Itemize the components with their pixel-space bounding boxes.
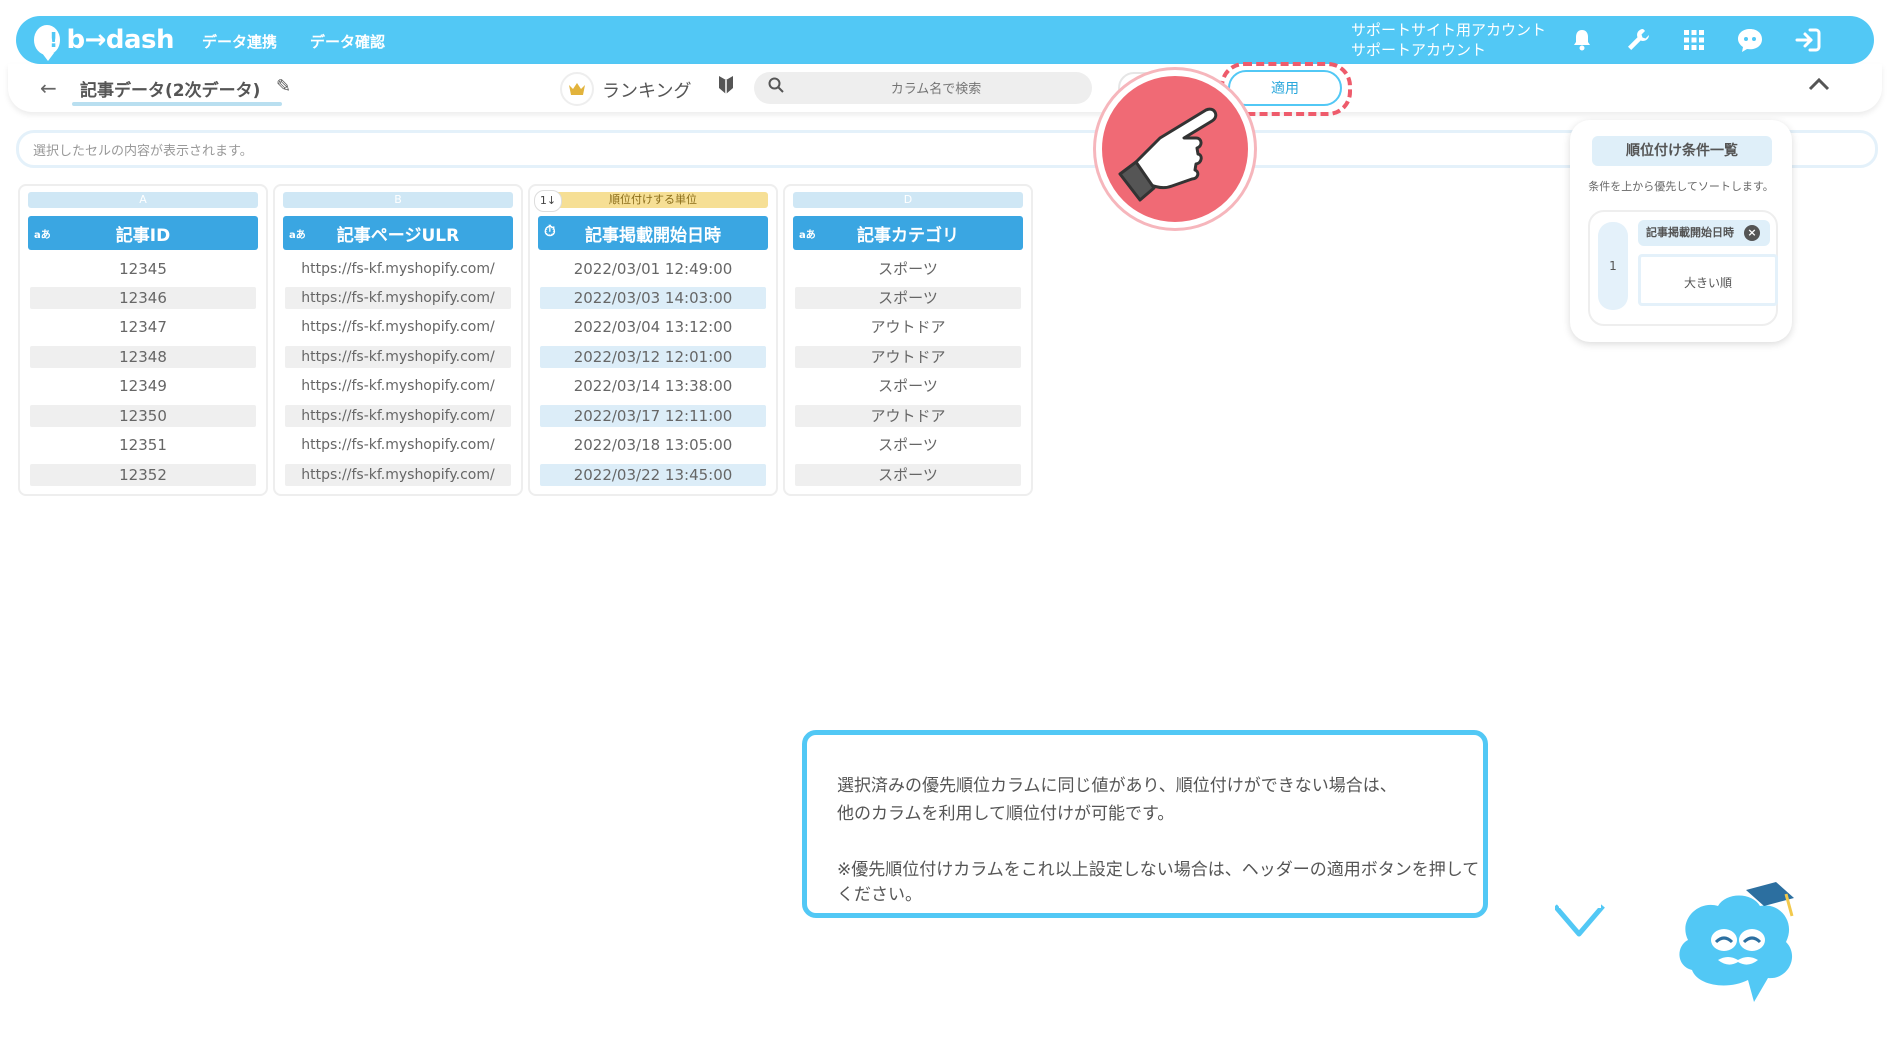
search-input[interactable] (794, 76, 1078, 102)
data-title: 記事データ(2次データ) (80, 81, 261, 101)
text-type-icon: aあ (799, 230, 816, 241)
text-type-icon: aあ (34, 230, 51, 241)
column-c-ranking-unit[interactable]: 順位付けする単位 1↓ ⏱ 記事掲載開始日時 2022/03/01 12:49:… (528, 184, 778, 496)
table-cell[interactable]: 2022/03/14 13:38:00 (540, 375, 766, 397)
collapse-chevron-icon[interactable] (1808, 72, 1830, 97)
table-cell[interactable]: https://fs-kf.myshopify.com/ (285, 405, 511, 427)
table-cell[interactable]: 12351 (30, 434, 256, 456)
bdash-logo[interactable]: ! b→dash (34, 22, 174, 61)
table-cell[interactable]: 12347 (30, 316, 256, 338)
column-letter: A (28, 192, 258, 208)
table-cell[interactable]: 12346 (30, 287, 256, 309)
table-cell[interactable]: 12350 (30, 405, 256, 427)
column-title: 記事カテゴリ (857, 225, 959, 246)
sort-order-badge[interactable]: 1↓ (534, 190, 562, 212)
column-d[interactable]: D aあ 記事カテゴリ スポーツ スポーツ アウトドア アウトドア スポーツ ア… (783, 184, 1033, 496)
column-header[interactable]: ⏱ 記事掲載開始日時 (538, 216, 768, 250)
table-cell[interactable]: 2022/03/17 12:11:00 (540, 405, 766, 427)
column-header[interactable]: aあ 記事ID (28, 216, 258, 250)
bell-icon[interactable] (1566, 24, 1598, 56)
datetime-type-icon: ⏱ (544, 222, 556, 240)
table-cell[interactable]: 2022/03/12 12:01:00 (540, 346, 766, 368)
pointing-hand-icon (1096, 70, 1254, 228)
logo-bubble-icon: ! (34, 25, 61, 61)
panel-subtitle: 条件を上から優先してソートします。 (1588, 180, 1774, 193)
column-title: 記事掲載開始日時 (585, 225, 721, 246)
account-site-label: サポートサイト用アカウント (1351, 21, 1547, 39)
table-cell[interactable]: 12349 (30, 375, 256, 397)
column-title: 記事ページULR (336, 225, 460, 246)
mascot-character-icon (1679, 882, 1794, 1002)
message-line-1: 選択済みの優先順位カラムに同じ値があり、順位付けができない場合は、 (837, 776, 1397, 796)
table-cell[interactable]: https://fs-kf.myshopify.com/ (285, 464, 511, 486)
message-tail (1555, 904, 1605, 937)
table-cell[interactable]: アウトドア (795, 346, 1021, 368)
wrench-icon[interactable] (1622, 24, 1654, 56)
table-cell[interactable]: 12352 (30, 464, 256, 486)
table-cell[interactable]: https://fs-kf.myshopify.com/ (285, 434, 511, 456)
condition-column-chip[interactable]: 記事掲載開始日時 × (1638, 220, 1770, 246)
remove-condition-icon[interactable]: × (1744, 225, 1760, 241)
beginner-mark-icon[interactable] (718, 74, 734, 101)
help-message-box: 選択済みの優先順位カラムに同じ値があり、順位付けができない場合は、 他のカラムを… (802, 730, 1488, 918)
panel-title: 順位付け条件一覧 (1592, 136, 1772, 166)
column-header[interactable]: aあ 記事ページULR (283, 216, 513, 250)
table-cell[interactable]: スポーツ (795, 287, 1021, 309)
column-b[interactable]: B aあ 記事ページULR https://fs-kf.myshopify.co… (273, 184, 523, 496)
column-search[interactable] (754, 72, 1092, 104)
table-cell[interactable]: 2022/03/18 13:05:00 (540, 434, 766, 456)
account-name: サポートアカウント (1351, 41, 1487, 59)
apps-grid-icon[interactable] (1678, 24, 1710, 56)
table-cell[interactable]: スポーツ (795, 464, 1021, 486)
top-header-bar: ! b→dash データ連携 データ確認 サポートサイト用アカウント サポートア… (16, 16, 1874, 64)
column-title: 記事ID (115, 225, 171, 246)
nav-data-integration[interactable]: データ連携 (202, 31, 277, 52)
message-line-3: ※優先順位付けカラムをこれ以上設定しない場合は、ヘッダーの適用ボタンを押してくだ… (837, 860, 1480, 905)
text-type-icon: aあ (289, 230, 306, 241)
ranking-condition-card[interactable]: 1 記事掲載開始日時 × 大きい順 (1588, 210, 1778, 326)
edit-pencil-icon[interactable]: ✎ (276, 76, 291, 97)
column-a[interactable]: A aあ 記事ID 12345 12346 12347 12348 12349 … (18, 184, 268, 496)
table-cell[interactable]: https://fs-kf.myshopify.com/ (285, 375, 511, 397)
table-cell[interactable]: アウトドア (795, 405, 1021, 427)
table-cell[interactable]: スポーツ (795, 434, 1021, 456)
condition-rank[interactable]: 1 (1598, 222, 1628, 310)
table-cell[interactable]: 12345 (30, 258, 256, 280)
account-info[interactable]: サポートサイト用アカウント サポートアカウント (1351, 20, 1546, 60)
table-cell[interactable]: 2022/03/04 13:12:00 (540, 316, 766, 338)
nav-data-check[interactable]: データ確認 (310, 31, 385, 52)
cell-content-placeholder: 選択したセルの内容が表示されます。 (33, 144, 253, 159)
table-cell[interactable]: https://fs-kf.myshopify.com/ (285, 316, 511, 338)
table-cell[interactable]: https://fs-kf.myshopify.com/ (285, 287, 511, 309)
table-toolbar: ← 記事データ(2次データ) ✎ ランキング 適用 (8, 62, 1882, 116)
table-cell[interactable]: https://fs-kf.myshopify.com/ (285, 346, 511, 368)
column-header[interactable]: aあ 記事カテゴリ (793, 216, 1023, 250)
table-cell[interactable]: スポーツ (795, 258, 1021, 280)
table-cell[interactable]: 2022/03/01 12:49:00 (540, 258, 766, 280)
table-cell[interactable]: 12348 (30, 346, 256, 368)
table-cell[interactable]: アウトドア (795, 316, 1021, 338)
logout-icon[interactable] (1792, 24, 1824, 56)
chat-bot-icon[interactable] (1734, 24, 1766, 56)
back-arrow-icon[interactable]: ← (40, 76, 57, 100)
condition-column-name: 記事掲載開始日時 (1646, 226, 1734, 239)
column-letter: B (283, 192, 513, 208)
ranking-unit-label: 順位付けする単位 (538, 192, 768, 208)
column-letter: D (793, 192, 1023, 208)
mode-label: ランキング (602, 81, 692, 102)
ranking-conditions-panel: 順位付け条件一覧 条件を上から優先してソートします。 1 記事掲載開始日時 × … (1570, 120, 1792, 342)
table-cell[interactable]: スポーツ (795, 375, 1021, 397)
title-underline (72, 102, 282, 106)
table-cell[interactable]: 2022/03/03 14:03:00 (540, 287, 766, 309)
condition-order-select[interactable]: 大きい順 (1638, 254, 1778, 306)
crown-icon (560, 72, 594, 106)
logo-text: b→dash (66, 25, 174, 55)
table-cell[interactable]: 2022/03/22 13:45:00 (540, 464, 766, 486)
message-line-2: 他のカラムを利用して順位付けが可能です。 (837, 804, 1175, 824)
table-cell[interactable]: https://fs-kf.myshopify.com/ (285, 258, 511, 280)
search-icon (768, 77, 784, 98)
